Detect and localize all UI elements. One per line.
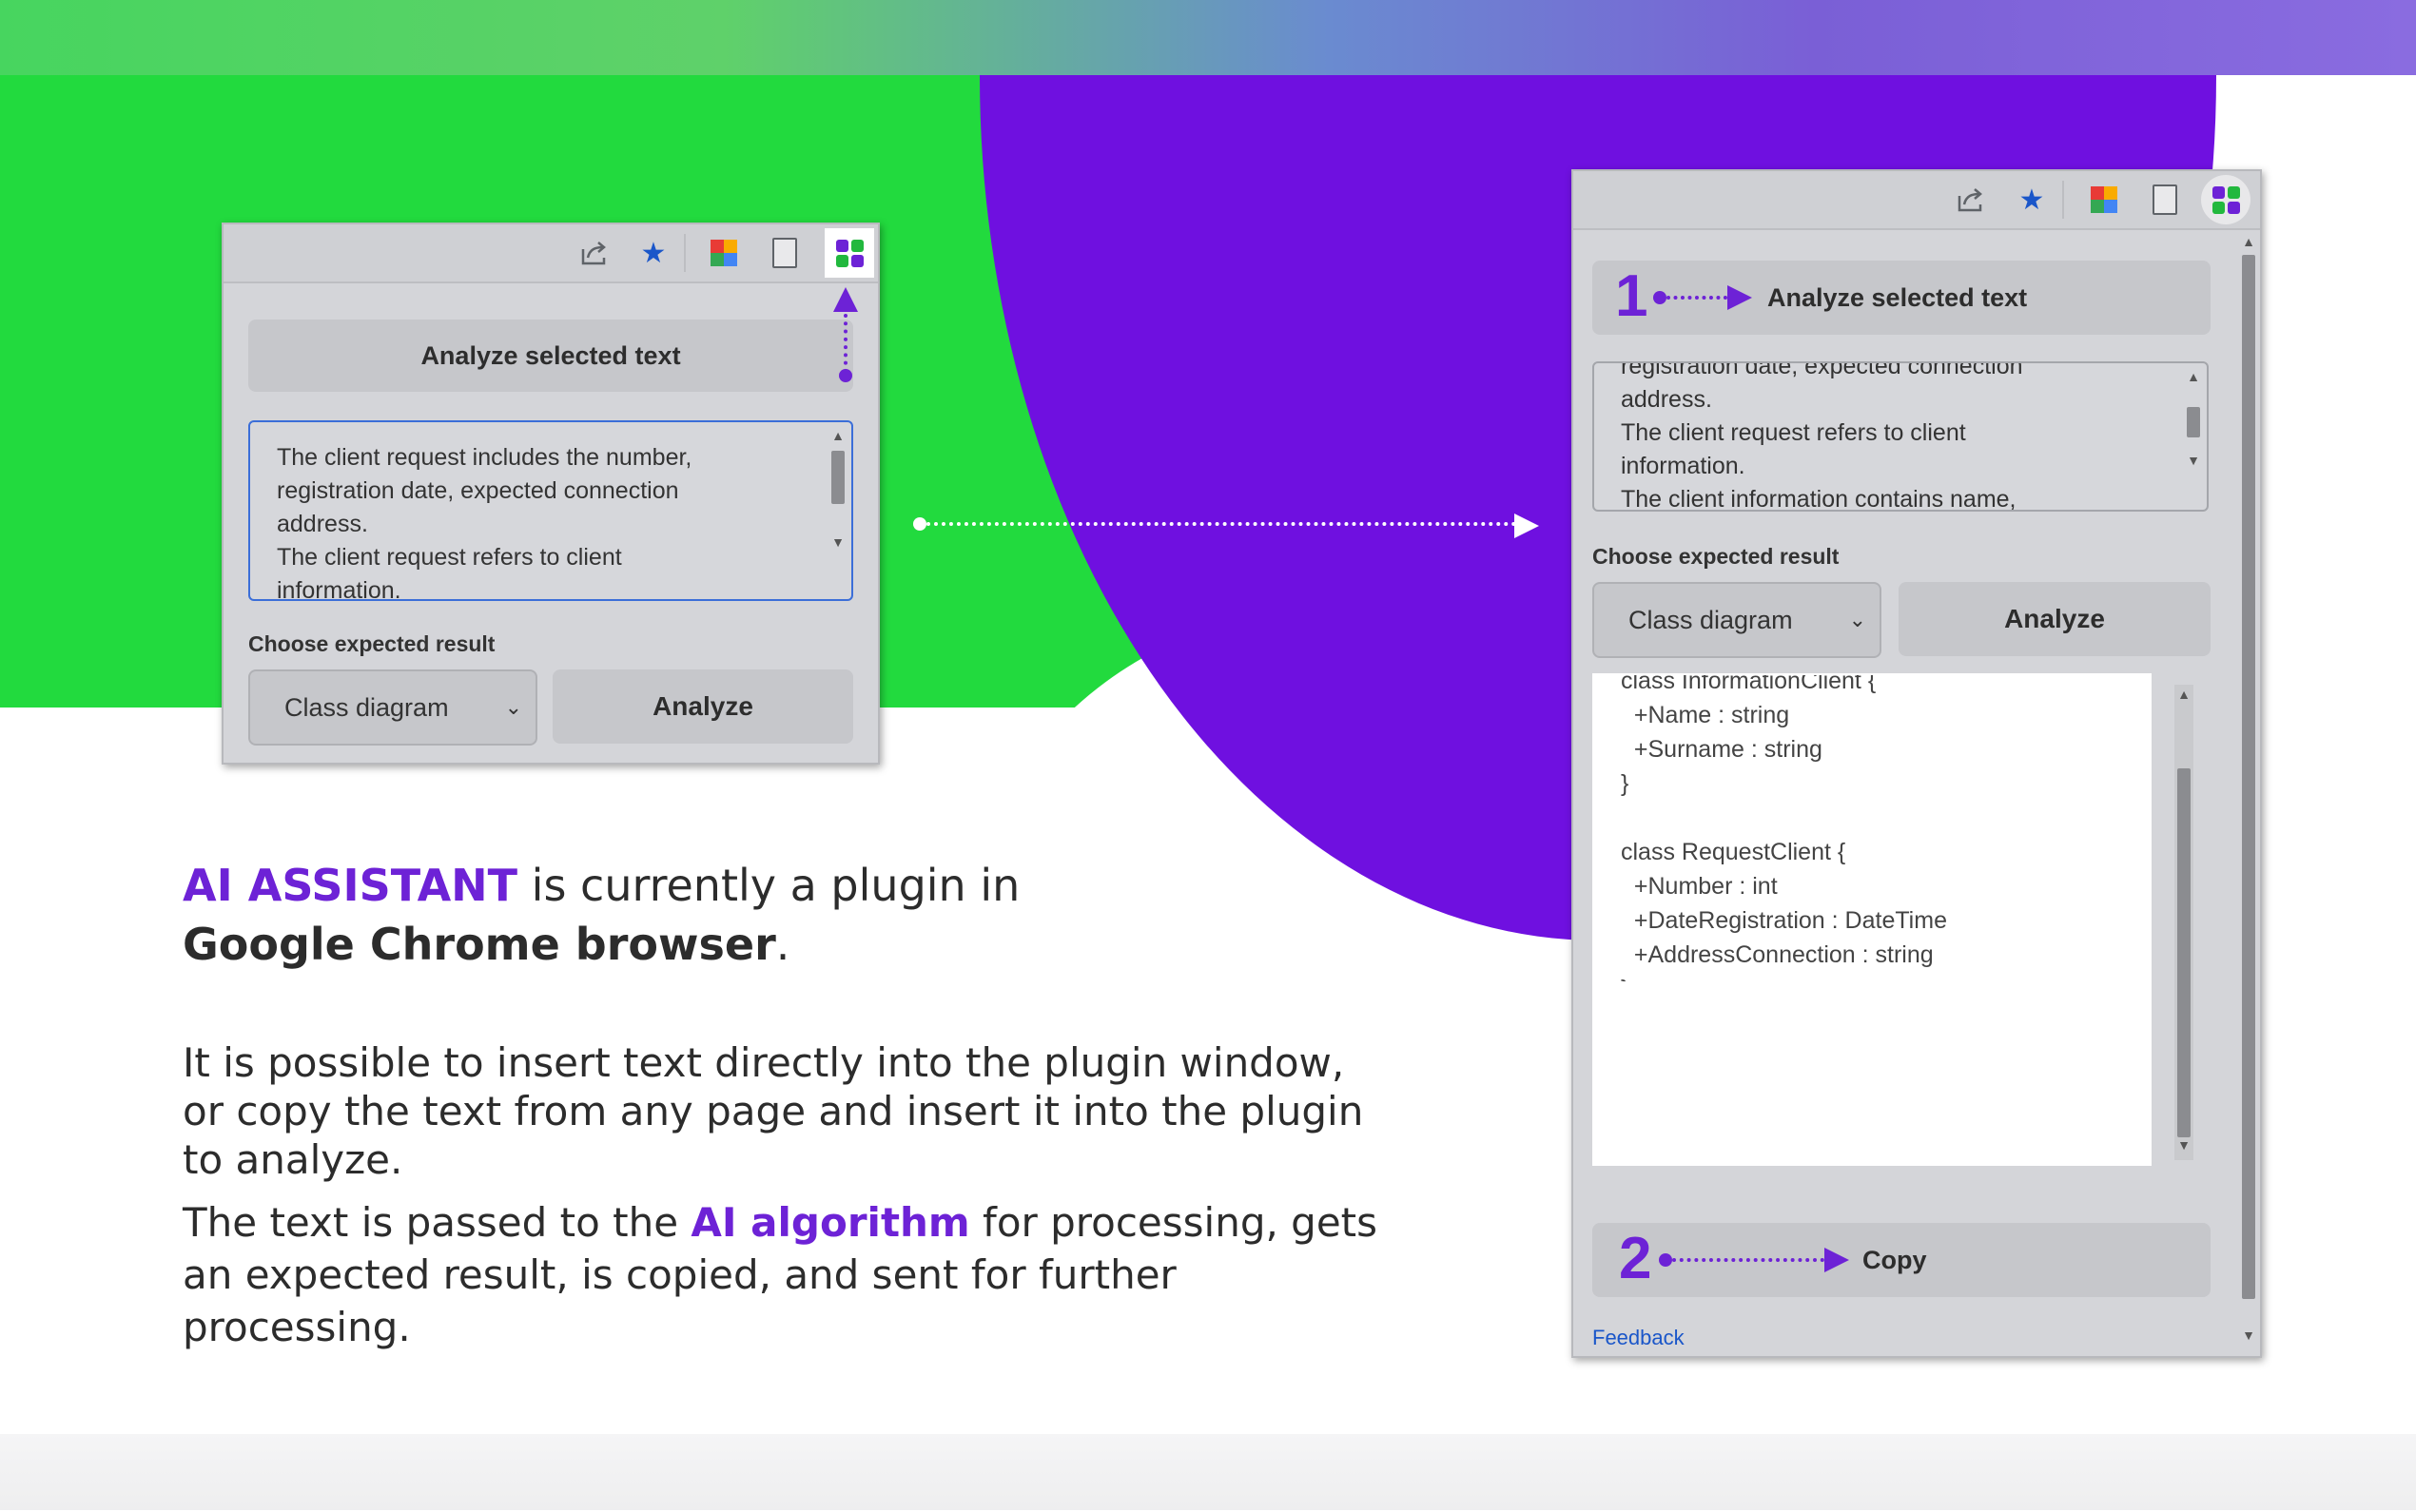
- textarea-scrollbar[interactable]: ▲ ▼: [828, 426, 848, 593]
- headline-browser: Google Chrome browser: [183, 919, 776, 970]
- connector-dot: [1653, 291, 1666, 304]
- button-label: Copy: [1862, 1245, 1927, 1274]
- button-label: Analyze selected text: [1767, 282, 2028, 312]
- description-paragraph-1: It is possible to insert text directly i…: [183, 1039, 1364, 1183]
- input-text: registration date, expected connection a…: [1621, 361, 2023, 512]
- large-plugin-popup: ★ ▲ ▼ 1 Analyze selected text registrati…: [1571, 169, 2262, 1358]
- input-textarea[interactable]: The client request includes the number, …: [248, 420, 853, 601]
- step-number-2: 2: [1619, 1226, 1652, 1291]
- output-scrollbar[interactable]: ▲ ▼: [2174, 685, 2193, 1160]
- chevron-down-icon: ⌄: [1848, 608, 1866, 631]
- dotted-connector: [1672, 1258, 1824, 1262]
- feedback-link[interactable]: Feedback: [1592, 1326, 1685, 1350]
- expected-result-select[interactable]: Class diagram ⌄: [248, 669, 537, 746]
- connector-dot: [1659, 1253, 1672, 1267]
- output-textarea-lower: [1592, 981, 2152, 1166]
- browser-toolbar: ★: [224, 224, 878, 283]
- star-icon[interactable]: ★: [2017, 184, 2047, 216]
- input-text: The client request includes the number, …: [277, 444, 692, 601]
- toolbar-separator: [2062, 181, 2064, 219]
- connector-dot: [839, 369, 852, 382]
- colored-squares-icon[interactable]: [709, 238, 739, 268]
- popup-scrollbar[interactable]: ▲ ▼: [2239, 232, 2258, 1352]
- dotted-connector-vertical: [844, 314, 848, 373]
- document-icon[interactable]: [2150, 184, 2180, 215]
- document-icon[interactable]: [770, 238, 800, 268]
- chevron-down-icon: ⌄: [504, 695, 522, 719]
- arrow-right-icon: [1514, 514, 1539, 538]
- select-value: Class diagram: [284, 692, 449, 722]
- arrow-up-icon: [833, 287, 858, 312]
- browser-toolbar: ★: [1573, 171, 2260, 230]
- connector-dot-white: [913, 517, 926, 531]
- select-value: Class diagram: [1628, 605, 1793, 634]
- output-text: class InformationClient { +Name : string…: [1621, 673, 1947, 985]
- description-paragraph-2: The text is passed to the AI algorithm f…: [183, 1196, 1381, 1353]
- analyze-button[interactable]: Analyze: [1899, 582, 2211, 656]
- step-number-1: 1: [1615, 263, 1648, 329]
- small-plugin-popup: ★ Analyze selected text The client reque…: [222, 223, 880, 765]
- colored-squares-icon[interactable]: [2089, 184, 2119, 215]
- analyze-button[interactable]: Analyze: [553, 669, 853, 744]
- headline-rest: is currently a plugin in: [517, 860, 1021, 911]
- share-icon[interactable]: [579, 238, 610, 268]
- dotted-connector: [1666, 296, 1727, 300]
- star-icon[interactable]: ★: [638, 238, 669, 269]
- ai-assistant-extension-icon[interactable]: [825, 228, 874, 278]
- headline: AI ASSISTANT is currently a plugin in Go…: [183, 856, 1324, 974]
- arrow-right-icon: [1727, 285, 1752, 310]
- ai-assistant-extension-icon[interactable]: [2201, 175, 2250, 224]
- ai-algorithm-highlight: AI algorithm: [691, 1199, 970, 1246]
- analyze-selected-text-button[interactable]: Analyze selected text: [248, 320, 853, 392]
- input-textarea[interactable]: registration date, expected connection a…: [1592, 361, 2209, 512]
- textarea-scrollbar[interactable]: ▲ ▼: [2184, 367, 2203, 506]
- top-gradient-band: [0, 0, 2416, 75]
- dotted-connector-horizontal: [926, 522, 1516, 526]
- copy-button[interactable]: 2 Copy: [1592, 1223, 2211, 1297]
- analyze-selected-text-button[interactable]: 1 Analyze selected text: [1592, 261, 2211, 335]
- choose-expected-result-label: Choose expected result: [1592, 544, 1840, 569]
- arrow-right-icon: [1824, 1248, 1849, 1272]
- output-textarea[interactable]: class InformationClient { +Name : string…: [1592, 673, 2152, 987]
- choose-expected-result-label: Choose expected result: [248, 631, 496, 656]
- headline-period: .: [775, 919, 790, 970]
- toolbar-separator: [684, 234, 686, 272]
- paragraph2-before: The text is passed to the: [183, 1199, 692, 1246]
- brand-name: AI ASSISTANT: [183, 860, 518, 911]
- expected-result-select[interactable]: Class diagram ⌄: [1592, 582, 1881, 658]
- share-icon[interactable]: [1956, 184, 1986, 215]
- bottom-band: [0, 1434, 2416, 1510]
